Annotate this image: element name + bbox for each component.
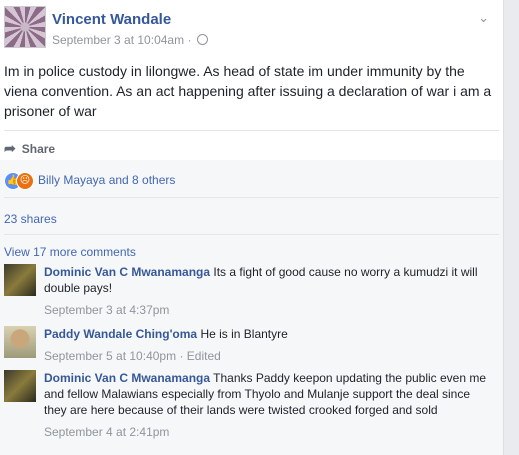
author-avatar[interactable]	[4, 6, 46, 48]
comment-body: Dominic Van C Mwanamanga Its a fight of …	[44, 264, 494, 318]
reactions-summary[interactable]: 👍☹ Billy Mayaya and 8 others	[4, 172, 175, 190]
comment-edited[interactable]: · Edited	[179, 349, 220, 363]
chevron-down-icon[interactable]: ⌄	[478, 10, 489, 26]
commenter-avatar[interactable]	[4, 264, 36, 296]
post-timestamp[interactable]: September 3 at 10:04am	[52, 33, 184, 47]
comment-timestamp[interactable]: September 4 at 2:41pm	[44, 425, 169, 439]
post-card: Vincent Wandale September 3 at 10:04am ·…	[0, 0, 504, 455]
comment-meta: September 5 at 10:40pm · Edited	[44, 348, 494, 364]
commenter-name[interactable]: Dominic Van C Mwanamanga	[44, 371, 210, 385]
meta-separator: ·	[187, 33, 192, 47]
commenter-avatar[interactable]	[4, 326, 36, 358]
comment-meta: September 3 at 4:37pm	[44, 302, 494, 318]
commenter-name[interactable]: Dominic Van C Mwanamanga	[44, 265, 210, 279]
post-header: Vincent Wandale September 3 at 10:04am ·…	[4, 6, 499, 52]
angry-icon: ☹	[16, 172, 34, 190]
view-more-comments-link[interactable]: View 17 more comments	[4, 245, 136, 259]
share-icon: ➦	[4, 140, 16, 156]
divider	[4, 197, 499, 198]
globe-icon[interactable]	[196, 34, 208, 46]
comment-text: He is in Blantyre	[200, 327, 288, 341]
shares-count[interactable]: 23 shares	[4, 212, 57, 226]
post-body-text: Im in police custody in lilongwe. As hea…	[4, 63, 492, 119]
author-name[interactable]: Vincent Wandale	[52, 11, 171, 28]
reactions-text: Billy Mayaya and 8 others	[38, 173, 176, 188]
comment-meta: September 4 at 2:41pm	[44, 424, 494, 440]
commenter-name[interactable]: Paddy Wandale Ching'oma	[44, 327, 197, 341]
share-label: Share	[21, 142, 56, 156]
divider	[4, 130, 499, 131]
comment-body: Dominic Van C Mwanamanga Thanks Paddy ke…	[44, 370, 494, 440]
post-meta: September 3 at 10:04am ·	[52, 33, 208, 47]
divider	[4, 234, 499, 235]
comment-timestamp[interactable]: September 3 at 4:37pm	[44, 303, 169, 317]
commenter-avatar[interactable]	[4, 370, 36, 402]
comment-timestamp[interactable]: September 5 at 10:40pm	[44, 349, 176, 363]
share-button[interactable]: ➦ Share	[4, 140, 55, 157]
comment-body: Paddy Wandale Ching'oma He is in Blantyr…	[44, 326, 494, 364]
